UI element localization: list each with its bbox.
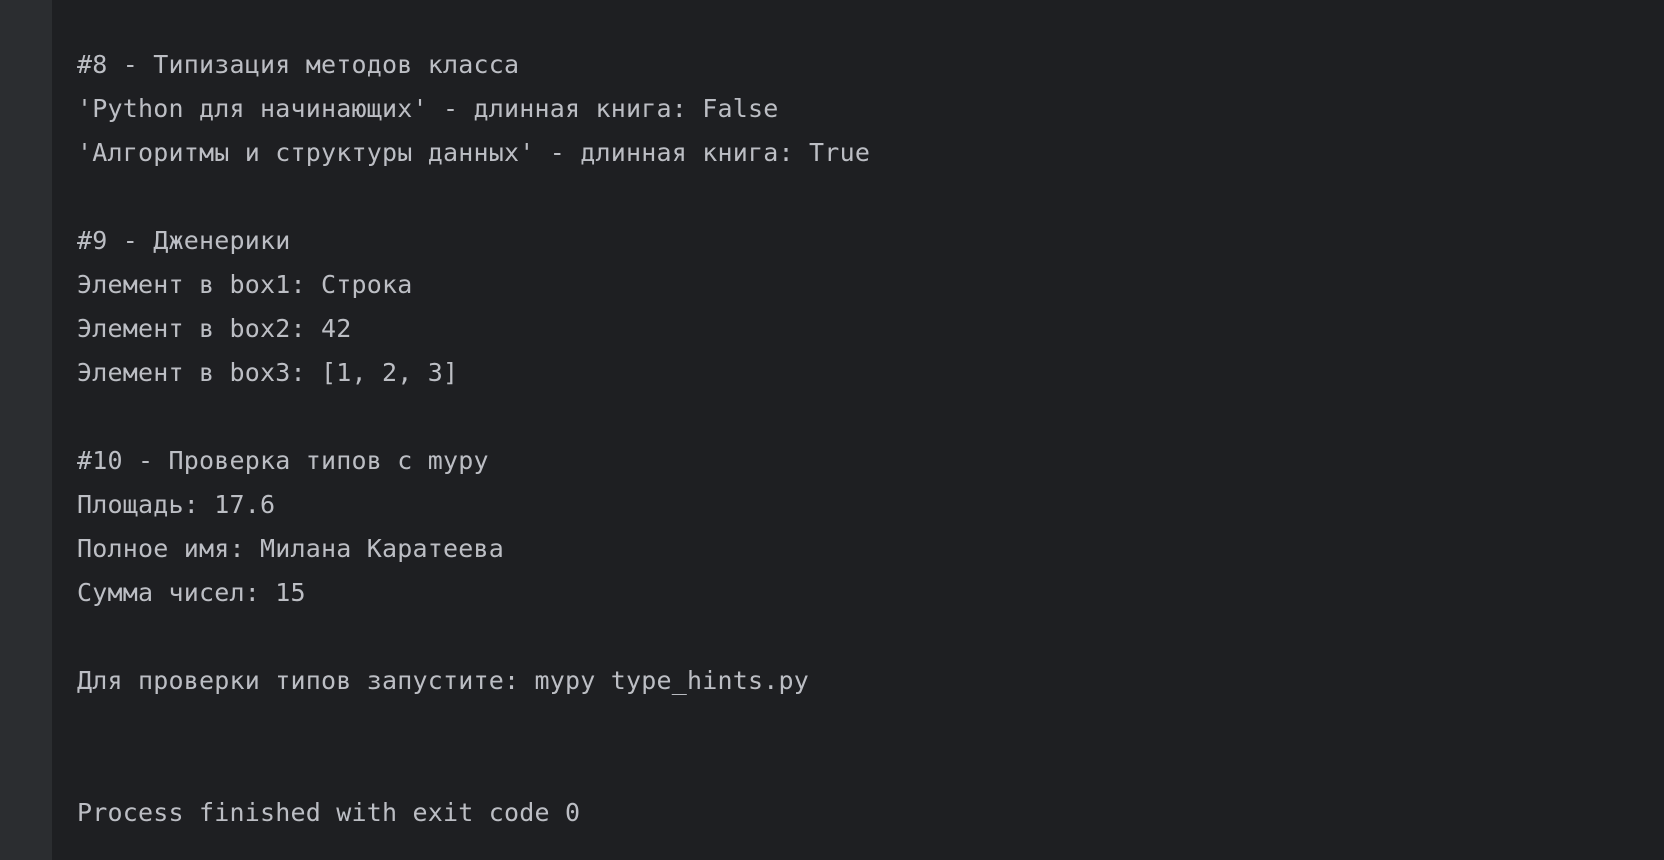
- process-exit-line: Process finished with exit code 0: [77, 798, 581, 827]
- console-line: 'Python для начинающих' - длинная книга:…: [77, 94, 779, 123]
- console-line: #10 - Проверка типов с mypy: [77, 446, 489, 475]
- run-console-output[interactable]: [52, 0, 1664, 860]
- console-gutter: [0, 0, 52, 860]
- console-line: Элемент в box1: Строка: [77, 270, 413, 299]
- console-line: Полное имя: Милана Каратеева: [77, 534, 505, 563]
- console-line: Площадь: 17.6: [77, 490, 276, 519]
- console-line: #9 - Дженерики: [77, 226, 291, 255]
- console-line: Сумма чисел: 15: [77, 578, 306, 607]
- console-line: #8 - Типизация методов класса: [77, 50, 520, 79]
- console-line: Для проверки типов запустите: mypy type_…: [77, 666, 810, 695]
- console-line: 'Алгоритмы и структуры данных' - длинная…: [77, 138, 871, 167]
- console-line: Элемент в box3: [1, 2, 3]: [77, 358, 459, 387]
- console-line: Элемент в box2: 42: [77, 314, 352, 343]
